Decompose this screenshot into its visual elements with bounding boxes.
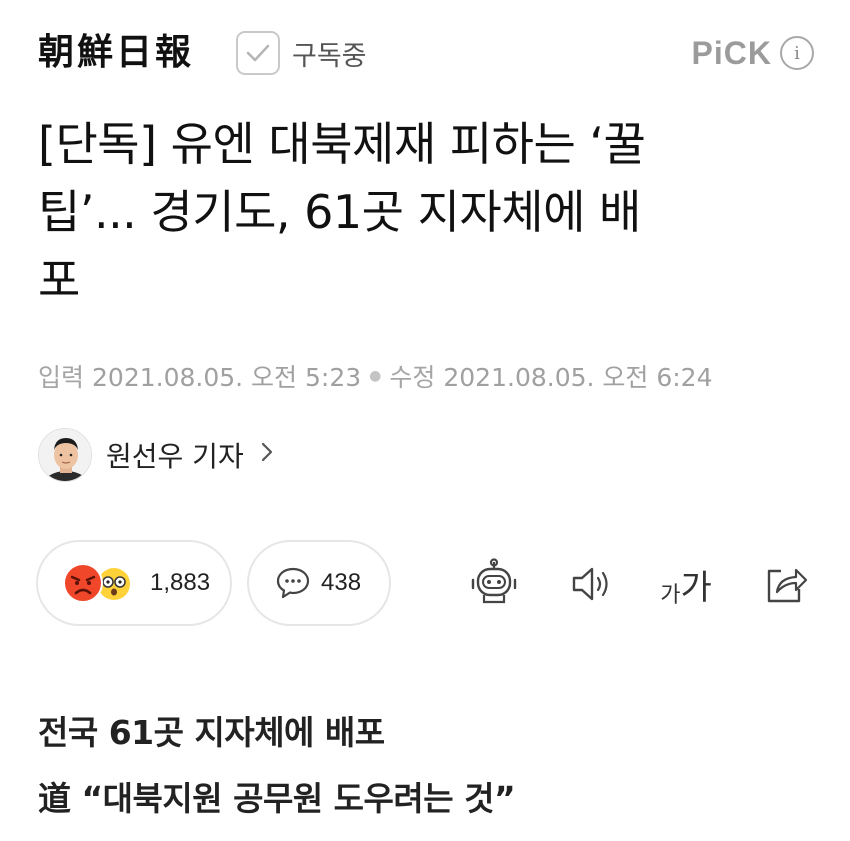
article-dateline: 입력 2021.08.05. 오전 5:23 ● 수정 2021.08.05. …	[38, 358, 713, 394]
text-to-speech-button[interactable]	[564, 556, 620, 612]
article-title: [단독] 유엔 대북제재 피하는 ‘꿀 팁’... 경기도, 61곳 지자체에 …	[38, 110, 818, 314]
reporter-name: 원선우 기자	[106, 440, 244, 473]
comment-count: 438	[321, 569, 362, 596]
pick-label: PiCK	[691, 34, 772, 71]
robot-summary-icon	[468, 558, 520, 610]
article-title-line: 팁’... 경기도, 61곳 지자체에 배	[38, 185, 641, 239]
reaction-count: 1,883	[150, 569, 211, 596]
article-title-line: [단독] 유엔 대북제재 피하는 ‘꿀	[38, 117, 646, 171]
summary-bot-button[interactable]	[464, 556, 524, 612]
share-button[interactable]	[758, 556, 814, 612]
separator-dot: ●	[369, 368, 382, 384]
reaction-button[interactable]: 1,883	[36, 540, 232, 626]
checkbox-check-icon	[236, 31, 280, 75]
input-time: 2021.08.05. 오전 5:23	[92, 363, 362, 392]
angry-face-icon	[62, 562, 104, 608]
article-action-bar: 1,883 438 가 가	[0, 540, 850, 628]
modified-label: 수정	[389, 363, 436, 392]
chevron-right-icon	[260, 440, 274, 470]
article-header: 朝鮮日報 구독중 PiCK i	[0, 0, 850, 110]
article-subheads: 전국 61곳 지자체에 배포 道 “대북지원 공무원 도우려는 것”	[38, 700, 516, 832]
modified-time: 2021.08.05. 오전 6:24	[443, 363, 713, 392]
info-icon[interactable]: i	[780, 36, 814, 70]
reporter-avatar	[38, 428, 92, 482]
speaker-icon	[569, 564, 615, 604]
subhead: 道 “대북지원 공무원 도우려는 것”	[38, 779, 516, 818]
comment-button[interactable]: 438	[247, 540, 391, 626]
share-icon	[763, 563, 809, 605]
reaction-emojis	[62, 562, 142, 604]
subscribe-label: 구독중	[292, 40, 367, 72]
comment-icon	[275, 566, 311, 600]
input-label: 입력	[38, 363, 85, 392]
font-small-label: 가	[660, 582, 681, 608]
article-title-line: 포	[38, 253, 80, 307]
subhead: 전국 61곳 지자체에 배포	[38, 713, 385, 752]
article-page: 朝鮮日報 구독중 PiCK i [단독] 유엔 대북제재 피하는 ‘꿀 팁’..…	[0, 0, 850, 841]
font-size-button[interactable]: 가 가	[656, 556, 716, 612]
pick-badge[interactable]: PiCK i	[692, 32, 814, 74]
reporter-link[interactable]: 원선우 기자	[38, 427, 274, 483]
font-size-icon: 가 가	[660, 560, 712, 609]
subscribe-button[interactable]: 구독중	[236, 31, 367, 75]
font-big-label: 가	[680, 567, 712, 608]
press-logo[interactable]: 朝鮮日報	[38, 30, 194, 74]
